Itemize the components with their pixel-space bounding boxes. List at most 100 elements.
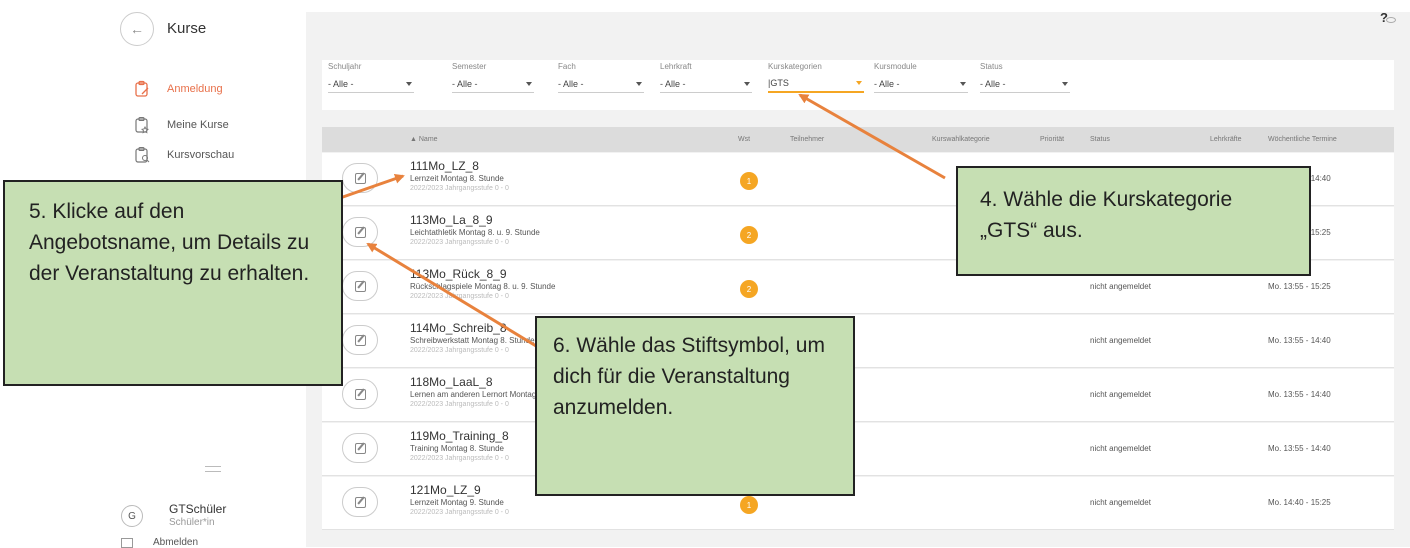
table-row: 114Mo_Schreib_8 Schreibwerkstatt Montag … (322, 315, 1394, 368)
wst-badge: 2 (740, 226, 758, 244)
column-header-name[interactable]: ▲ Name (410, 136, 438, 143)
filter-value: - Alle - (874, 78, 900, 89)
course-meta: 2022/2023 Jahrgangsstufe 0 - 0 (410, 185, 509, 192)
avatar[interactable]: G (121, 505, 143, 527)
sidebar-item-kursvorschau[interactable]: Kursvorschau (133, 146, 234, 164)
arrow-left-icon: ← (130, 21, 144, 37)
logout-button[interactable]: Abmelden (121, 537, 198, 548)
column-header-status[interactable]: Status (1090, 136, 1110, 143)
course-name-link[interactable]: 111Mo_LZ_8 (410, 159, 479, 173)
user-role: Schüler*in (169, 517, 215, 528)
column-header-lehrkraefte[interactable]: Lehrkräfte (1210, 136, 1242, 143)
edit-button[interactable] (342, 271, 378, 301)
filter-status[interactable]: Status - Alle - (980, 62, 1070, 93)
filter-value: - Alle - (660, 78, 686, 89)
table-row: 121Mo_LZ_9 Lernzeit Montag 9. Stunde 202… (322, 477, 1394, 530)
clipboard-pen-icon (135, 80, 149, 97)
back-button[interactable]: ← (120, 12, 154, 46)
callout-step6: 6. Wähle das Stiftsymbol, um dich für di… (535, 316, 855, 496)
sidebar-item-meine-kurse[interactable]: Meine Kurse (133, 116, 229, 134)
column-header-termine[interactable]: Wöchentliche Termine (1268, 136, 1337, 143)
column-header-teilnehmer[interactable]: Teilnehmer (790, 136, 824, 143)
filter-schuljahr[interactable]: Schuljahr - Alle - (328, 62, 414, 93)
filter-label: Kursmodule (874, 62, 917, 71)
filter-value: - Alle - (452, 78, 478, 89)
logout-label: Abmelden (153, 537, 199, 548)
eye-slash-icon[interactable] (1386, 17, 1396, 23)
filter-kurskategorien[interactable]: Kurskategorien |GTS (768, 62, 864, 93)
sidebar-item-label: Meine Kurse (167, 119, 229, 131)
filter-value: - Alle - (980, 78, 1006, 89)
page-title: Kurse (167, 20, 207, 37)
filter-select[interactable]: - Alle - (328, 75, 414, 93)
pencil-icon (354, 388, 366, 400)
status-text: nicht angemeldet (1090, 444, 1151, 453)
filter-semester[interactable]: Semester - Alle - (452, 62, 534, 93)
course-name-link[interactable]: 119Mo_Training_8 (410, 429, 509, 443)
pencil-icon (354, 226, 366, 238)
menu-handle-icon[interactable] (205, 466, 221, 472)
column-header-prioritaet[interactable]: Priorität (1040, 136, 1064, 143)
course-time: Mo. 14:40 - 15:25 (1268, 498, 1331, 507)
course-meta: 2022/2023 Jahrgangsstufe 0 - 0 (410, 455, 509, 462)
chevron-down-icon (744, 81, 750, 86)
filter-fach[interactable]: Fach - Alle - (558, 62, 644, 93)
clipboard-search-icon (135, 146, 150, 163)
filter-label: Semester (452, 62, 487, 71)
status-text: nicht angemeldet (1090, 336, 1151, 345)
filter-lehrkraft[interactable]: Lehrkraft - Alle - (660, 62, 752, 93)
edit-button[interactable] (342, 379, 378, 409)
filter-select[interactable]: - Alle - (980, 75, 1070, 93)
filter-select[interactable]: - Alle - (558, 75, 644, 93)
sidebar-item-label: Kursvorschau (167, 149, 235, 161)
filter-value: - Alle - (328, 78, 354, 89)
course-name-link[interactable]: 114Mo_Schreib_8 (410, 321, 507, 335)
filter-kursmodule[interactable]: Kursmodule - Alle - (874, 62, 968, 93)
filter-value: - Alle - (558, 78, 584, 89)
filter-value: |GTS (768, 78, 789, 88)
column-header-kurswahl[interactable]: Kurswahlkategorie (932, 136, 990, 143)
course-name-link[interactable]: 121Mo_LZ_9 (410, 483, 481, 497)
edit-button[interactable] (342, 325, 378, 355)
course-time: Mo. 13:55 - 15:25 (1268, 282, 1331, 291)
sidebar-item-anmeldung[interactable]: Anmeldung (133, 80, 223, 98)
chevron-down-icon (406, 81, 412, 86)
status-text: nicht angemeldet (1090, 498, 1151, 507)
course-description: Lernzeit Montag 8. Stunde (410, 174, 504, 183)
logout-icon (121, 537, 133, 548)
edit-button[interactable] (342, 433, 378, 463)
filter-select[interactable]: - Alle - (660, 75, 752, 93)
filter-select[interactable]: - Alle - (874, 75, 968, 93)
course-description: Schreibwerkstatt Montag 8. Stunde (410, 336, 535, 345)
course-meta: 2022/2023 Jahrgangsstufe 0 - 0 (410, 293, 509, 300)
filter-select[interactable]: - Alle - (452, 75, 534, 93)
callout-step5: 5. Klicke auf den Angebotsname, um Detai… (3, 180, 343, 386)
course-name-link[interactable]: 118Mo_LaaL_8 (410, 375, 493, 389)
filter-label: Status (980, 62, 1003, 71)
column-header-wst[interactable]: Wst (738, 136, 750, 143)
chevron-down-icon (636, 81, 642, 86)
course-time: Mo. 13:55 - 14:40 (1268, 444, 1331, 453)
status-text: nicht angemeldet (1090, 390, 1151, 399)
course-name-link[interactable]: 113Mo_Rück_8_9 (410, 267, 507, 281)
pencil-icon (354, 172, 366, 184)
course-meta: 2022/2023 Jahrgangsstufe 0 - 0 (410, 239, 509, 246)
pencil-icon (354, 442, 366, 454)
edit-button[interactable] (342, 217, 378, 247)
course-meta: 2022/2023 Jahrgangsstufe 0 - 0 (410, 509, 509, 516)
course-description: Training Montag 8. Stunde (410, 444, 504, 453)
course-description: Leichtathletik Montag 8. u. 9. Stunde (410, 228, 540, 237)
table-row: 119Mo_Training_8 Training Montag 8. Stun… (322, 423, 1394, 476)
pencil-icon (354, 280, 366, 292)
pencil-icon (354, 496, 366, 508)
course-name-link[interactable]: 113Mo_La_8_9 (410, 213, 493, 227)
filter-select[interactable]: |GTS (768, 75, 864, 93)
edit-button[interactable] (342, 163, 378, 193)
edit-button[interactable] (342, 487, 378, 517)
user-name: GTSchüler (169, 502, 227, 516)
chevron-down-icon (1062, 81, 1068, 86)
filter-label: Lehrkraft (660, 62, 692, 71)
sidebar-item-label: Anmeldung (167, 83, 223, 95)
chevron-down-icon (856, 81, 862, 85)
wst-badge: 2 (740, 280, 758, 298)
